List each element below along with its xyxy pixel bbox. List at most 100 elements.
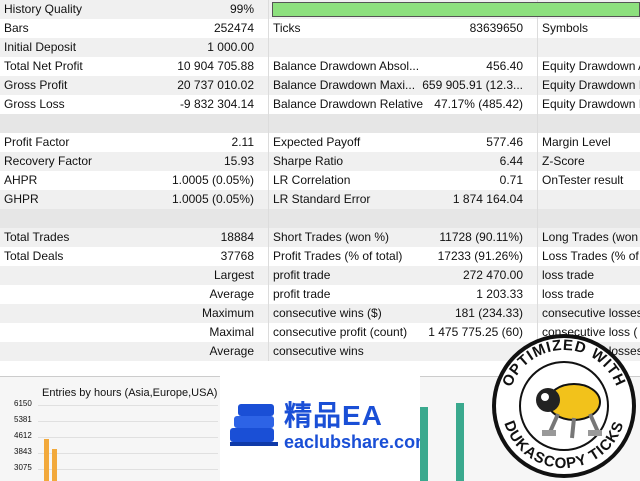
table-row: Total Net Profit 10 904 705.88 Balance Dra… [0, 57, 640, 76]
table-cell: consecutive wins ($) [273, 306, 382, 320]
column-separator [537, 38, 538, 57]
y-tick-label: 3075 [14, 463, 32, 472]
table-row: Total Deals 37768 Profit Trades (% of tota… [0, 247, 640, 266]
history-quality-bar [272, 2, 640, 17]
table-cell: 2.11 [231, 135, 254, 149]
table-cell: Equity Drawdown A [542, 59, 640, 73]
table-cell: profit trade [273, 268, 331, 282]
table-cell: 1 203.33 [476, 287, 523, 301]
table-cell: Short Trades (won %) [273, 230, 390, 244]
table-row: GHPR 1.0005 (0.05%) LR Standard Error 1 874… [0, 190, 640, 209]
table-cell: 456.40 [486, 59, 523, 73]
table-row: Gross Loss -9 832 304.14 Balance Drawdown … [0, 95, 640, 114]
table-cell [273, 114, 423, 133]
table-cell: 181 (234.33) [454, 306, 523, 320]
table-cell: 11728 (90.11%) [439, 230, 523, 244]
table-cell: Average [209, 287, 254, 301]
column-separator [268, 0, 269, 19]
table-cell: Average [209, 344, 254, 358]
column-separator [537, 304, 538, 323]
column-separator [268, 228, 269, 247]
table-cell: Symbols [542, 21, 589, 35]
table-cell [542, 209, 640, 228]
brand-name: 精品EA [284, 400, 383, 431]
chart-bar [52, 449, 57, 481]
table-cell: 0.71 [499, 173, 523, 187]
column-separator [268, 171, 269, 190]
watermark-logo: 精品EA eaclubshare.com [220, 376, 431, 480]
table-cell: 15.93 [223, 154, 254, 168]
table-cell: 1.0005 (0.05%) [171, 173, 254, 187]
table-row: Recovery Factor 15.93 Sharpe Ratio 6.44 Z-Sc… [0, 152, 640, 171]
table-cell: 252474 [213, 21, 254, 35]
table-row: Average profit trade 1 203.33 loss trade [0, 285, 640, 304]
column-separator [268, 19, 269, 38]
dukascopy-badge: OPTIMIZED WITH DUKASCOPY TICKS [492, 334, 636, 478]
column-separator [268, 304, 269, 323]
table-cell: loss trade [542, 268, 595, 282]
y-tick-label: 3843 [14, 447, 32, 456]
table-cell: 577.46 [486, 135, 523, 149]
table-cell: Balance Drawdown Maxi... [273, 78, 416, 92]
table-cell [405, 209, 523, 228]
table-cell: 6.44 [499, 154, 523, 168]
table-cell: Sharpe Ratio [273, 154, 344, 168]
table-cell [405, 38, 523, 57]
table-cell: consecutive profit (count) [273, 325, 408, 339]
table-cell: loss trade [542, 287, 595, 301]
table-cell [130, 209, 254, 228]
column-separator [537, 190, 538, 209]
table-cell: 20 737 010.02 [177, 78, 254, 92]
chart-title: Entries by hours (Asia,Europe,USA) [42, 387, 218, 399]
table-row: Largest profit trade 272 470.00 loss trade [0, 266, 640, 285]
table-cell: Largest [213, 268, 254, 282]
table-cell: 37768 [220, 249, 254, 263]
table-cell: LR Standard Error [273, 192, 371, 206]
table-cell: Margin Level [542, 135, 611, 149]
table-cell: LR Correlation [273, 173, 351, 187]
column-separator [268, 323, 269, 342]
grid-line [38, 405, 218, 406]
brand-url: eaclubshare.com [284, 432, 432, 452]
table-cell: consecutive losses [542, 306, 640, 320]
column-separator [268, 95, 269, 114]
table-cell [273, 209, 423, 228]
table-cell: 47.17% (485.42) [434, 97, 523, 111]
entries-by-hours-chart: Entries by hours (Asia,Europe,USA) 6150 … [0, 376, 220, 481]
table-cell: Profit Trades (% of total) [273, 249, 403, 263]
table-cell: Maximal [209, 325, 254, 339]
column-separator [268, 342, 269, 361]
table-cell: Maximum [201, 306, 254, 320]
table-row: AHPR 1.0005 (0.05%) LR Correlation 0.71 OnTe… [0, 171, 640, 190]
table-row [0, 114, 640, 133]
chart-bar [456, 403, 464, 481]
table-cell: -9 832 304.14 [179, 97, 254, 111]
column-separator [537, 152, 538, 171]
y-tick-label: 5381 [14, 415, 32, 424]
table-row: Maximum consecutive wins ($) 181 (234.33) c… [0, 304, 640, 323]
column-separator [537, 228, 538, 247]
table-cell [405, 114, 523, 133]
table-cell [542, 114, 640, 133]
column-separator [537, 285, 538, 304]
column-separator [268, 114, 269, 133]
table-cell: Z-Score [542, 154, 585, 168]
table-cell: profit trade [273, 287, 331, 301]
column-separator [268, 266, 269, 285]
table-cell [542, 38, 640, 57]
column-separator [268, 133, 269, 152]
table-cell: 272 470.00 [462, 268, 523, 282]
table-row: Gross Profit 20 737 010.02 Balance Drawdow… [0, 76, 640, 95]
column-separator [537, 266, 538, 285]
table-cell: 1 000.00 [207, 40, 254, 54]
column-separator [268, 190, 269, 209]
column-separator [537, 133, 538, 152]
grid-line [38, 453, 218, 454]
table-cell: 17233 (91.26%) [437, 249, 523, 263]
column-separator [537, 19, 538, 38]
chart-bar [420, 407, 428, 481]
column-separator [268, 38, 269, 57]
table-cell: 10 904 705.88 [177, 59, 254, 73]
grid-line [38, 469, 218, 470]
y-tick-label: 4612 [14, 431, 32, 440]
